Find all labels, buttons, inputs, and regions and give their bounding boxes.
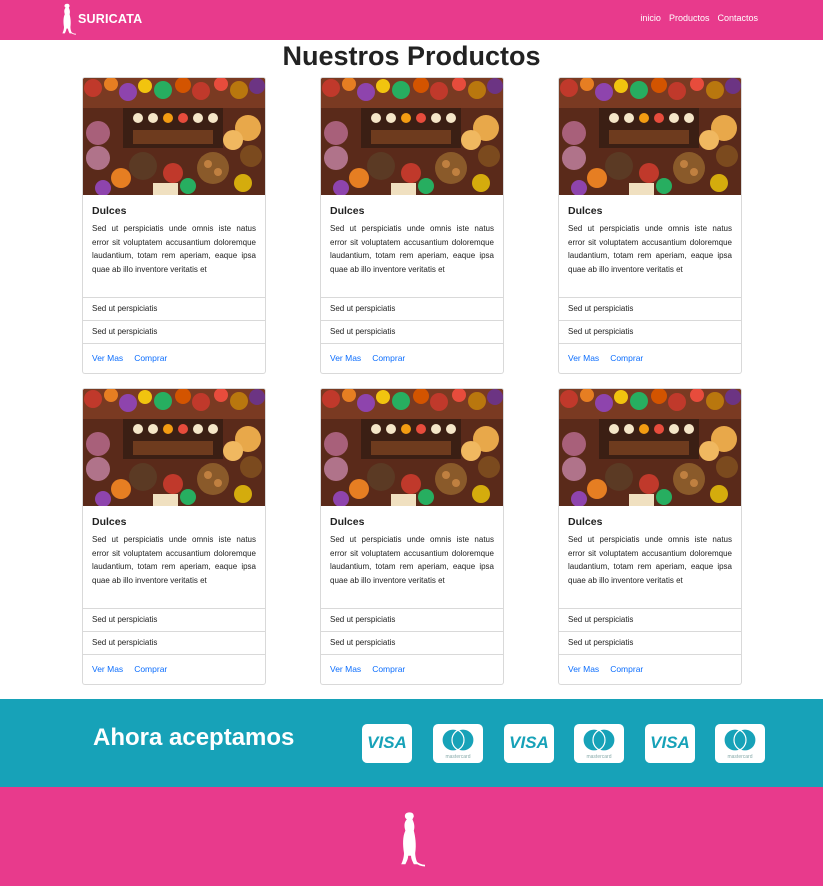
card-body: Dulces Sed ut perspiciatis unde omnis is… <box>330 516 494 587</box>
mastercard-label: mastercard <box>727 754 752 760</box>
ver-mas-link[interactable]: Ver Mas <box>92 353 123 363</box>
card-links: Ver Mas Comprar <box>330 664 405 674</box>
product-image <box>83 78 265 195</box>
product-image <box>83 389 265 506</box>
card-text: Sed ut perspiciatis unde omnis iste natu… <box>568 224 732 274</box>
card-text: Sed ut perspiciatis unde omnis iste natu… <box>330 224 494 274</box>
product-image <box>559 78 741 195</box>
mastercard-label: mastercard <box>586 754 611 760</box>
visa-card-icon: VISA <box>645 724 695 763</box>
visa-label: VISA <box>367 733 407 752</box>
visa-card-icon: VISA <box>504 724 554 763</box>
visa-label: VISA <box>650 733 690 752</box>
ver-mas-link[interactable]: Ver Mas <box>92 664 123 674</box>
product-image <box>321 78 503 195</box>
card-links: Ver Mas Comprar <box>92 664 167 674</box>
list-item: Sed ut perspiciatis <box>321 320 503 343</box>
product-card: Dulces Sed ut perspiciatis unde omnis is… <box>558 388 742 685</box>
list-item: Sed ut perspiciatis <box>559 297 741 320</box>
nav-link-contactos[interactable]: Contactos <box>717 13 758 23</box>
payment-section: Ahora aceptamos VISA mastercard VISA mas… <box>0 699 823 787</box>
card-links: Ver Mas Comprar <box>568 664 643 674</box>
card-text: Sed ut perspiciatis unde omnis iste natu… <box>92 224 256 274</box>
card-text: Sed ut perspiciatis unde omnis iste natu… <box>330 535 494 585</box>
mastercard-logo: mastercard <box>582 728 616 760</box>
card-body: Dulces Sed ut perspiciatis unde omnis is… <box>330 205 494 276</box>
mastercard-logo: mastercard <box>441 728 475 760</box>
list-item: Sed ut perspiciatis <box>83 608 265 631</box>
card-body: Dulces Sed ut perspiciatis unde omnis is… <box>568 516 732 587</box>
card-title: Dulces <box>568 516 603 528</box>
product-image <box>321 389 503 506</box>
list-item: Sed ut perspiciatis <box>321 297 503 320</box>
ver-mas-link[interactable]: Ver Mas <box>330 353 361 363</box>
meerkat-icon <box>60 3 76 35</box>
card-body: Dulces Sed ut perspiciatis unde omnis is… <box>92 205 256 276</box>
product-image <box>559 389 741 506</box>
list-item: Sed ut perspiciatis <box>321 631 503 654</box>
card-body: Dulces Sed ut perspiciatis unde omnis is… <box>568 205 732 276</box>
list-item: Sed ut perspiciatis <box>559 320 741 343</box>
nav-link-inicio[interactable]: inicio <box>640 13 661 23</box>
card-links: Ver Mas Comprar <box>92 353 167 363</box>
card-title: Dulces <box>568 205 603 217</box>
comprar-link[interactable]: Comprar <box>134 664 167 674</box>
mastercard-card-icon: mastercard <box>433 724 483 763</box>
meerkat-icon <box>394 811 428 867</box>
card-links: Ver Mas Comprar <box>568 353 643 363</box>
ver-mas-link[interactable]: Ver Mas <box>568 664 599 674</box>
card-body: Dulces Sed ut perspiciatis unde omnis is… <box>92 516 256 587</box>
comprar-link[interactable]: Comprar <box>610 353 643 363</box>
list-item: Sed ut perspiciatis <box>559 608 741 631</box>
card-title: Dulces <box>330 205 365 217</box>
list-item: Sed ut perspiciatis <box>83 297 265 320</box>
comprar-link[interactable]: Comprar <box>134 353 167 363</box>
product-card: Dulces Sed ut perspiciatis unde omnis is… <box>320 77 504 374</box>
list-item: Sed ut perspiciatis <box>83 320 265 343</box>
list-item: Sed ut perspiciatis <box>83 631 265 654</box>
ver-mas-link[interactable]: Ver Mas <box>330 664 361 674</box>
card-title: Dulces <box>330 516 365 528</box>
page-title: Nuestros Productos <box>282 41 541 71</box>
ver-mas-link[interactable]: Ver Mas <box>568 353 599 363</box>
nav-links: inicio Productos Contactos <box>640 13 758 23</box>
mastercard-card-icon: mastercard <box>574 724 624 763</box>
product-card: Dulces Sed ut perspiciatis unde omnis is… <box>82 388 266 685</box>
mastercard-card-icon: mastercard <box>715 724 765 763</box>
card-text: Sed ut perspiciatis unde omnis iste natu… <box>568 535 732 585</box>
card-links: Ver Mas Comprar <box>330 353 405 363</box>
card-text: Sed ut perspiciatis unde omnis iste natu… <box>92 535 256 585</box>
mastercard-label: mastercard <box>445 754 470 760</box>
footer <box>0 787 823 886</box>
brand-link[interactable]: SURICATA <box>60 3 142 35</box>
nav-link-productos[interactable]: Productos <box>669 13 710 23</box>
card-title: Dulces <box>92 516 127 528</box>
navbar: SURICATA inicio Productos Contactos <box>0 0 823 40</box>
comprar-link[interactable]: Comprar <box>372 664 405 674</box>
comprar-link[interactable]: Comprar <box>610 664 643 674</box>
payment-title: Ahora aceptamos <box>93 724 295 751</box>
visa-label: VISA <box>509 733 549 752</box>
mastercard-logo: mastercard <box>723 728 757 760</box>
comprar-link[interactable]: Comprar <box>372 353 405 363</box>
card-title: Dulces <box>92 205 127 217</box>
list-item: Sed ut perspiciatis <box>321 608 503 631</box>
brand-name: SURICATA <box>78 12 143 26</box>
product-card: Dulces Sed ut perspiciatis unde omnis is… <box>82 77 266 374</box>
visa-card-icon: VISA <box>362 724 412 763</box>
product-card: Dulces Sed ut perspiciatis unde omnis is… <box>558 77 742 374</box>
product-card: Dulces Sed ut perspiciatis unde omnis is… <box>320 388 504 685</box>
list-item: Sed ut perspiciatis <box>559 631 741 654</box>
